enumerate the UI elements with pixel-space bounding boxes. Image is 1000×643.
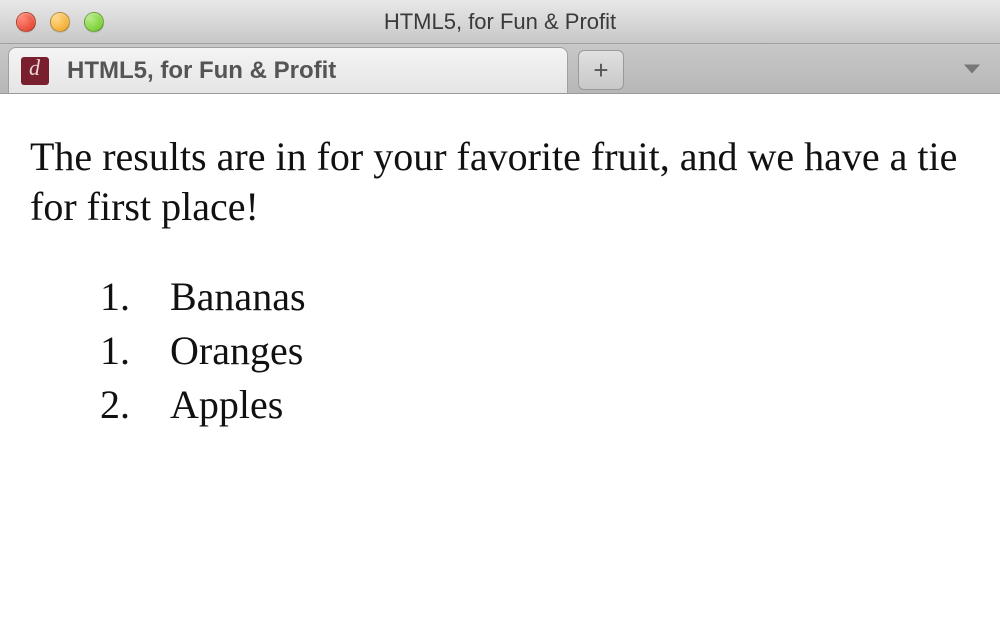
list-item-text: Oranges	[170, 324, 303, 378]
list-item: 2. Apples	[100, 378, 970, 432]
results-list: 1. Bananas 1. Oranges 2. Apples	[30, 270, 970, 432]
list-item: 1. Oranges	[100, 324, 970, 378]
list-item-text: Bananas	[170, 270, 306, 324]
close-button[interactable]	[16, 12, 36, 32]
list-item-text: Apples	[170, 378, 283, 432]
tab-title: HTML5, for Fun & Profit	[67, 57, 336, 85]
maximize-button[interactable]	[84, 12, 104, 32]
minimize-button[interactable]	[50, 12, 70, 32]
list-marker: 1.	[100, 324, 170, 378]
tab-bar: HTML5, for Fun & Profit +	[0, 44, 1000, 94]
page-content: The results are in for your favorite fru…	[0, 94, 1000, 470]
intro-paragraph: The results are in for your favorite fru…	[30, 132, 970, 232]
window-title: HTML5, for Fun & Profit	[0, 9, 1000, 35]
window-titlebar: HTML5, for Fun & Profit	[0, 0, 1000, 44]
list-item: 1. Bananas	[100, 270, 970, 324]
traffic-lights	[0, 12, 104, 32]
new-tab-button[interactable]: +	[578, 50, 624, 90]
tab-list-dropdown-icon[interactable]	[964, 64, 980, 73]
list-marker: 1.	[100, 270, 170, 324]
plus-icon: +	[593, 55, 608, 86]
favicon-icon	[21, 57, 49, 85]
browser-tab-active[interactable]: HTML5, for Fun & Profit	[8, 47, 568, 93]
list-marker: 2.	[100, 378, 170, 432]
